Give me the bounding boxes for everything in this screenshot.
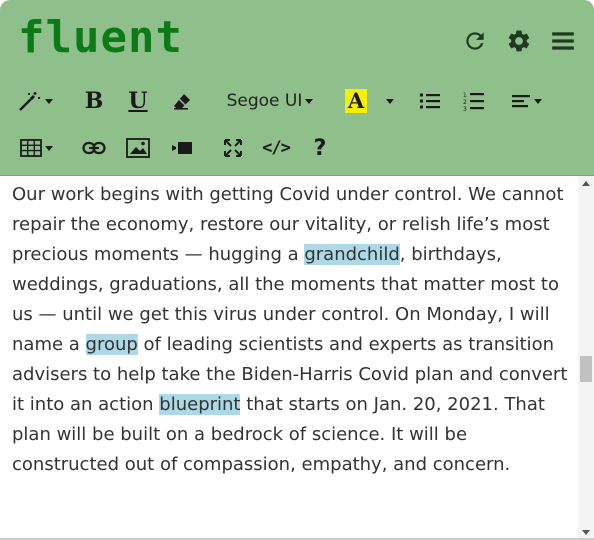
gear-icon[interactable] xyxy=(506,28,532,54)
magic-format-button[interactable] xyxy=(14,86,56,116)
highlighted-word[interactable]: group xyxy=(85,334,138,355)
bold-button[interactable]: B xyxy=(82,86,106,116)
chevron-down-icon xyxy=(305,98,314,104)
chevron-down-icon xyxy=(44,98,53,104)
align-left-icon xyxy=(511,93,531,109)
bullet-list-button[interactable] xyxy=(418,86,442,116)
header-actions xyxy=(462,28,576,54)
highlight-color-button[interactable]: A xyxy=(344,86,368,116)
underline-icon: U xyxy=(128,88,148,114)
chevron-down-icon xyxy=(385,98,394,104)
table-icon xyxy=(19,139,42,157)
numbered-list-button[interactable]: 123 xyxy=(462,86,486,116)
scrollbar-thumb[interactable] xyxy=(580,356,592,382)
chevron-down-icon xyxy=(44,145,53,151)
font-family-dropdown[interactable]: Segoe UI xyxy=(222,86,318,116)
bold-icon: B xyxy=(84,88,104,114)
underline-button[interactable]: U xyxy=(126,86,150,116)
help-icon: ? xyxy=(313,135,327,161)
vertical-scrollbar[interactable] xyxy=(578,176,594,540)
highlighted-word[interactable]: blueprint xyxy=(159,394,241,415)
code-view-button[interactable]: </> xyxy=(261,133,291,163)
insert-video-button[interactable] xyxy=(170,133,194,163)
highlight-letter-icon: A xyxy=(344,89,368,113)
link-icon xyxy=(82,141,106,155)
bullet-list-icon xyxy=(419,92,441,110)
image-icon xyxy=(126,138,150,158)
brand-logo: fluent xyxy=(18,12,183,63)
table-dropdown[interactable] xyxy=(16,133,56,163)
align-dropdown[interactable] xyxy=(506,86,546,116)
insert-link-button[interactable] xyxy=(82,133,106,163)
fullscreen-button[interactable] xyxy=(221,133,245,163)
magic-wand-icon xyxy=(18,90,42,112)
insert-image-button[interactable] xyxy=(126,133,150,163)
editor-content-area[interactable]: Our work begins with getting Covid under… xyxy=(12,180,572,480)
editor-header: fluent B U Segoe UI A 1 2 3 </> ? xyxy=(0,0,594,176)
chevron-down-icon xyxy=(533,98,542,104)
svg-text:2: 2 xyxy=(463,99,467,106)
scroll-down-arrow-icon[interactable] xyxy=(582,530,590,535)
refresh-icon[interactable] xyxy=(462,28,488,54)
font-family-value: Segoe UI xyxy=(226,91,303,111)
video-icon xyxy=(171,141,193,155)
eraser-icon xyxy=(172,91,192,111)
scroll-up-arrow-icon[interactable] xyxy=(582,181,590,186)
editor-paragraph[interactable]: Our work begins with getting Covid under… xyxy=(12,184,567,475)
highlighted-word[interactable]: grandchild xyxy=(304,244,400,265)
code-icon: </> xyxy=(262,138,291,158)
svg-text:1: 1 xyxy=(463,92,467,99)
clear-format-button[interactable] xyxy=(170,86,194,116)
numbered-list-icon: 123 xyxy=(463,91,485,111)
svg-text:3: 3 xyxy=(463,106,467,111)
expand-icon xyxy=(223,138,243,158)
hamburger-menu-icon[interactable] xyxy=(550,28,576,54)
help-button[interactable]: ? xyxy=(308,133,332,163)
highlight-color-dropdown[interactable] xyxy=(380,86,396,116)
